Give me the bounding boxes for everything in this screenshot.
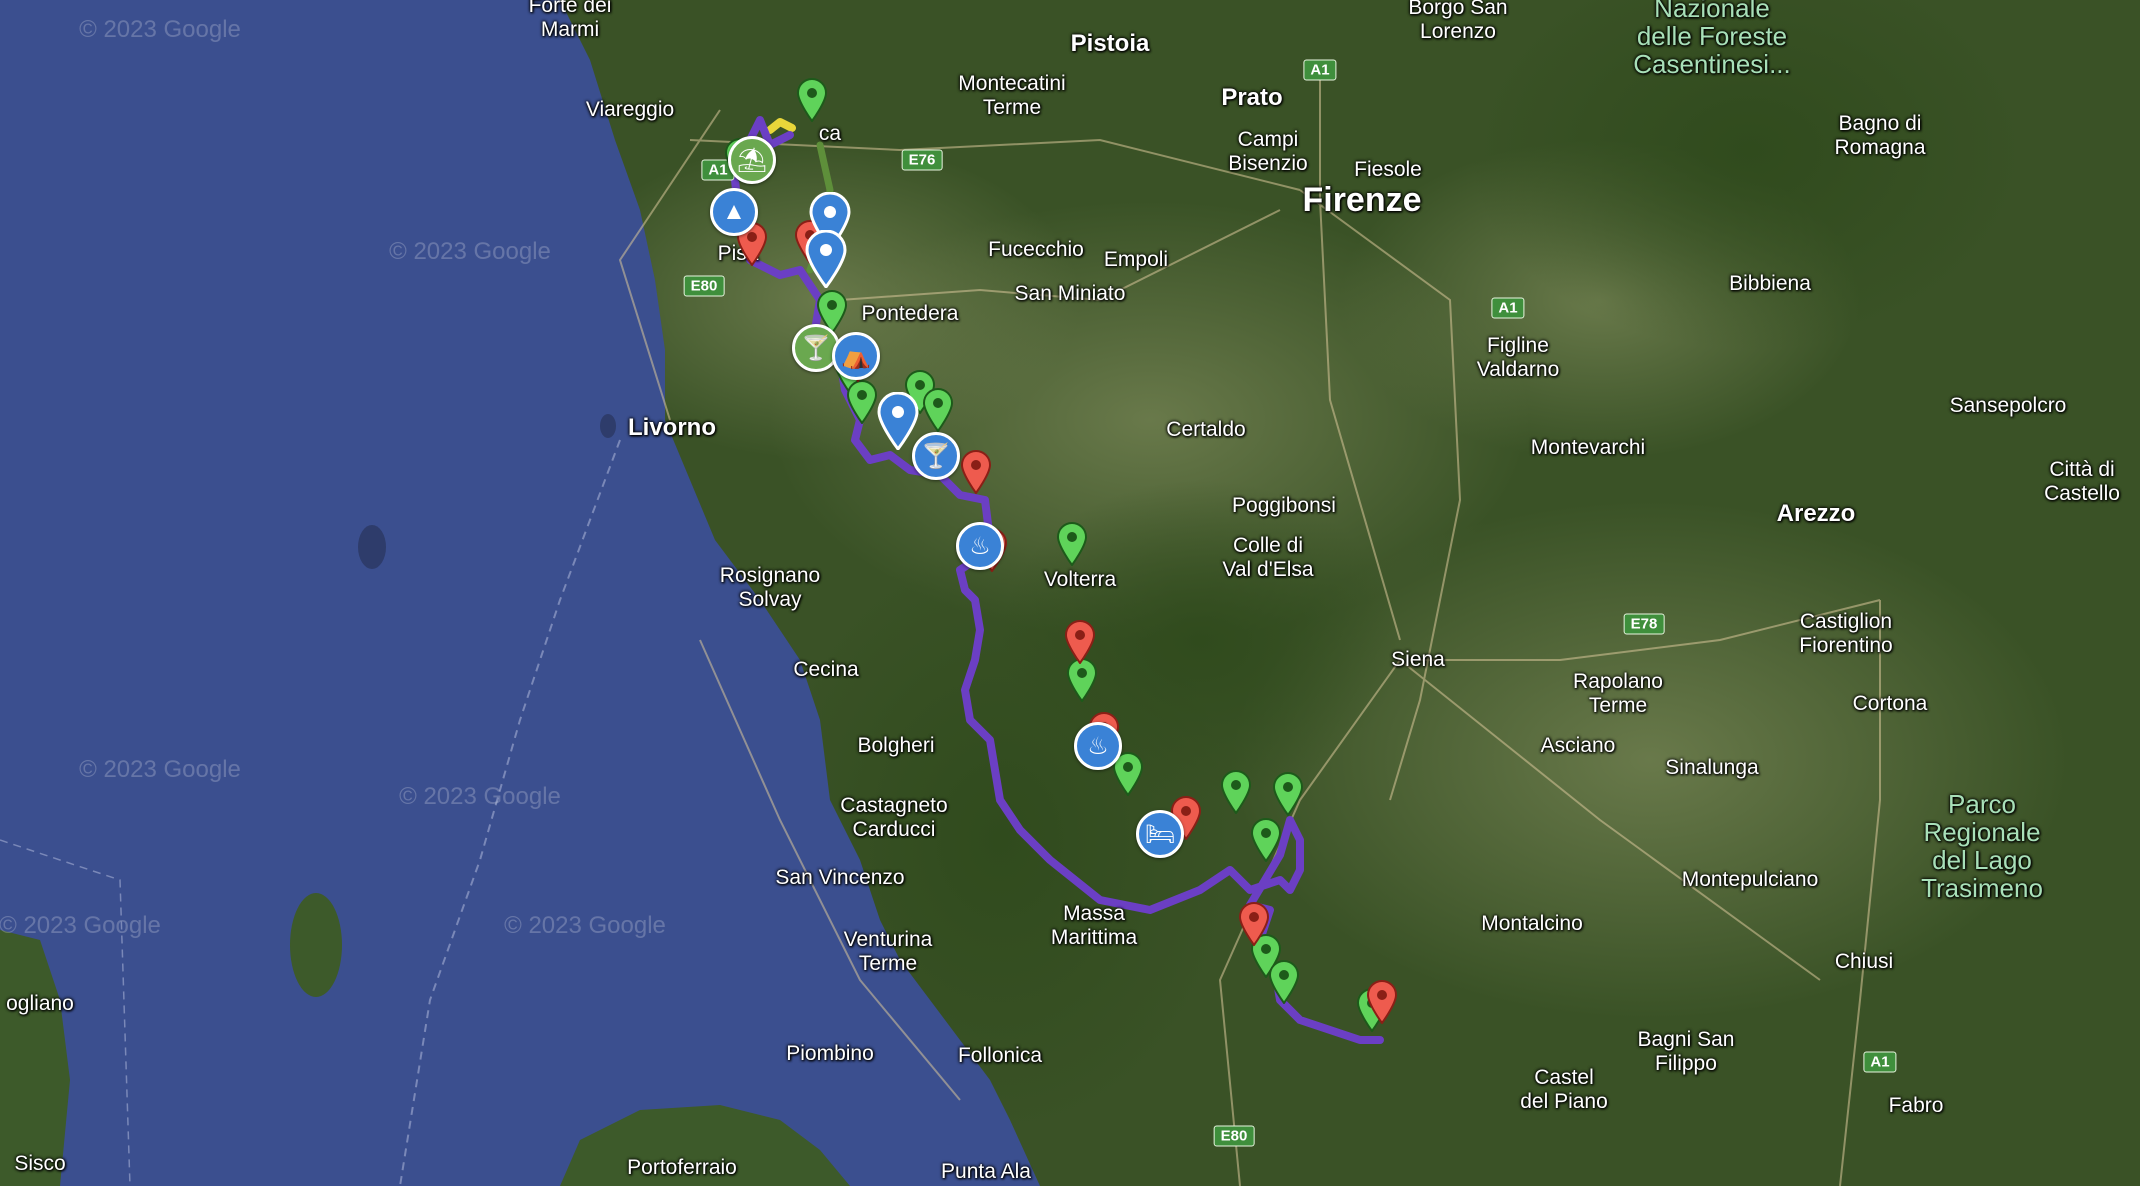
place-label-borgo-san-lorenzo: Borgo San Lorenzo (1408, 0, 1508, 43)
lodging-icon[interactable]: ⛺ (832, 332, 880, 380)
map-pin-green[interactable] (846, 380, 878, 424)
place-label-cortona: Cortona (1852, 692, 1928, 715)
place-label-citta-di-castello: Città di Castello (2044, 458, 2120, 505)
place-label-rosignano: Rosignano Solvay (719, 564, 821, 611)
place-label-cecina: Cecina (793, 658, 859, 681)
place-label-montecatini: Montecatini Terme (958, 72, 1066, 119)
place-label-castiglion-fiorentino: Castiglion Fiorentino (1799, 610, 1893, 657)
map-pin-green[interactable] (796, 78, 828, 122)
place-label-pistoia: Pistoia (1070, 30, 1150, 57)
map-pin-blue-location[interactable] (804, 230, 848, 288)
place-label-empoli: Empoli (1103, 248, 1169, 271)
map-watermark: © 2023 Google (504, 912, 666, 939)
place-label-forte-dei-marmi: Forte dei Marmi (528, 0, 612, 41)
hotel-bed-icon[interactable]: 🛏 (1136, 810, 1184, 858)
place-label-lucca: ca (818, 122, 842, 145)
map-watermark: © 2023 Google (389, 238, 551, 265)
place-label-livorno: Livorno (628, 414, 716, 441)
place-label-colle-val-delsa: Colle di Val d'Elsa (1222, 534, 1314, 581)
map-pin-red[interactable] (960, 450, 992, 494)
place-label-prato: Prato (1221, 84, 1283, 111)
beach-icon[interactable]: ⛱ (728, 136, 776, 184)
place-label-montepulciano: Montepulciano (1681, 868, 1819, 891)
place-label-poggibonsi: Poggibonsi (1232, 494, 1336, 517)
place-label-volterra: Volterra (1043, 568, 1117, 591)
place-label-viareggio: Viareggio (585, 98, 675, 121)
highway-shield: E80 (1213, 1125, 1255, 1147)
map-pin-green[interactable] (1220, 770, 1252, 814)
map-watermark: © 2023 Google (79, 16, 241, 43)
place-label-punta-ala: Punta Ala (941, 1160, 1031, 1183)
map-pin-red[interactable] (1064, 620, 1096, 664)
place-label-firenze: Firenze (1302, 181, 1422, 219)
place-label-follonica: Follonica (957, 1044, 1043, 1067)
place-label-foreste-casentinesi: Nazionale delle Foreste Casentinesi... (1633, 0, 1791, 79)
place-label-bolgheri: Bolgheri (857, 734, 935, 757)
map-pin-green[interactable] (1250, 818, 1282, 862)
place-label-massa-marittima: Massa Marittima (1050, 902, 1138, 949)
place-label-chiusi: Chiusi (1834, 950, 1894, 973)
map-pin-green[interactable] (1272, 772, 1304, 816)
map-canvas[interactable]: © 2023 Google © 2023 Google © 2023 Googl… (0, 0, 2140, 1186)
highway-shield: A1 (1491, 297, 1525, 319)
map-pin-green[interactable] (922, 388, 954, 432)
place-label-castagneto: Castagneto Carducci (840, 794, 948, 841)
place-label-fucecchio: Fucecchio (988, 238, 1084, 261)
place-label-venturina: Venturina Terme (843, 928, 933, 975)
map-pin-red[interactable] (1238, 902, 1270, 946)
place-label-trasimeno: Parco Regionale del Lago Trasimeno (1921, 789, 2043, 903)
highway-shield: A1 (1303, 59, 1337, 81)
map-watermark: © 2023 Google (79, 756, 241, 783)
place-label-portoferraio: Portoferraio (627, 1156, 737, 1179)
place-label-gliano: ogliano (6, 992, 74, 1015)
highway-shield: E78 (1623, 613, 1665, 635)
place-label-siena: Siena (1391, 648, 1445, 671)
place-label-fiesole: Fiesole (1354, 158, 1422, 181)
place-label-pontedera: Pontedera (861, 302, 959, 325)
map-pin-green[interactable] (1066, 658, 1098, 702)
place-label-bagni-san-filippo: Bagni San Filippo (1637, 1028, 1735, 1075)
place-label-campi-bisenzio: Campi Bisenzio (1228, 128, 1308, 175)
place-label-asciano: Asciano (1540, 734, 1616, 757)
place-label-rapolano: Rapolano Terme (1573, 670, 1663, 717)
spa-icon[interactable]: ♨ (1074, 722, 1122, 770)
place-label-san-miniato: San Miniato (1014, 282, 1126, 305)
place-label-fabro: Fabro (1888, 1094, 1944, 1117)
place-label-montalcino: Montalcino (1481, 912, 1583, 935)
map-watermark: © 2023 Google (399, 783, 561, 810)
lodging-icon[interactable]: ▲ (710, 188, 758, 236)
map-pin-red[interactable] (1366, 980, 1398, 1024)
place-label-bagno-di-romagna: Bagno di Romagna (1834, 112, 1926, 159)
place-label-montevarchi: Montevarchi (1530, 436, 1646, 459)
place-label-sansepolcro: Sansepolcro (1949, 394, 2067, 417)
place-label-certaldo: Certaldo (1166, 418, 1246, 441)
highway-shield: E76 (901, 149, 943, 171)
place-label-figline: Figline Valdarno (1476, 334, 1560, 381)
map-pin-green[interactable] (1056, 522, 1088, 566)
map-watermark: © 2023 Google (0, 912, 161, 939)
place-label-sinalunga: Sinalunga (1665, 756, 1759, 779)
highway-shield: A1 (1863, 1051, 1897, 1073)
map-terrain (0, 0, 2140, 1186)
place-label-arezzo: Arezzo (1776, 500, 1856, 527)
place-label-sisco: Sisco (14, 1152, 66, 1175)
place-label-piombino: Piombino (786, 1042, 874, 1065)
place-label-bibbiena: Bibbiena (1729, 272, 1811, 295)
map-pin-green[interactable] (1268, 960, 1300, 1004)
spa-icon[interactable]: ♨ (956, 522, 1004, 570)
place-label-san-vincenzo: San Vincenzo (775, 866, 905, 889)
map-pin-blue-location[interactable] (876, 392, 920, 450)
highway-shield: E80 (683, 275, 725, 297)
place-label-castel-del-piano: Castel del Piano (1520, 1066, 1608, 1113)
cocktail-bar-icon[interactable]: 🍸 (912, 432, 960, 480)
